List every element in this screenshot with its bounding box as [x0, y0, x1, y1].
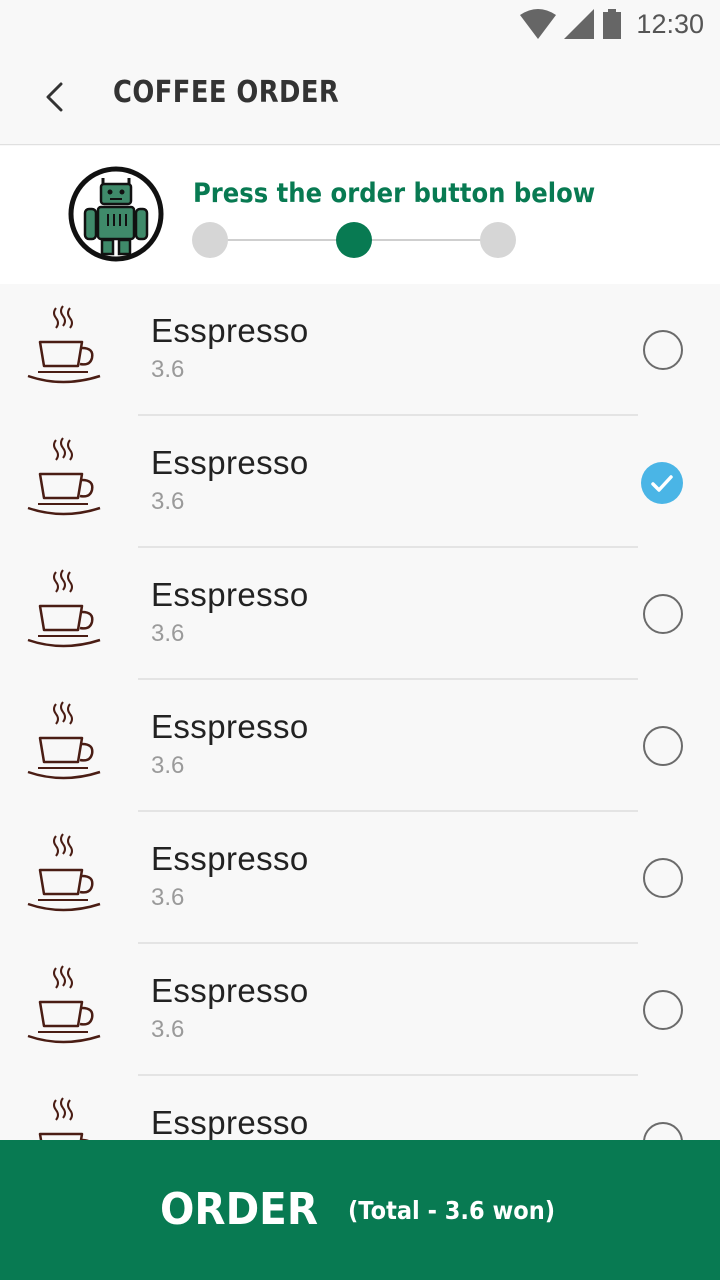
- item-price: 3.6: [151, 752, 185, 779]
- back-button[interactable]: [30, 72, 80, 122]
- list-item[interactable]: Esspresso: [0, 1076, 720, 1140]
- radio-unchecked[interactable]: [643, 990, 683, 1030]
- coffee-cup-icon: [38, 1097, 89, 1140]
- item-price: 3.6: [151, 356, 185, 383]
- status-time: 12:30: [636, 8, 704, 39]
- battery-icon: [603, 9, 622, 39]
- order-progress-panel: Press the order button below: [0, 146, 720, 284]
- step-dot-3: [480, 222, 516, 258]
- check-icon: [651, 475, 673, 492]
- order-button[interactable]: ORDER (Total - 3.6 won): [0, 1140, 720, 1280]
- step-dot-2: [336, 222, 372, 258]
- list-item[interactable]: Esspresso 3.6: [0, 812, 720, 944]
- item-name: Esspresso: [151, 972, 309, 1009]
- step-dot-1: [192, 222, 228, 258]
- robot-icon: [68, 166, 164, 262]
- coffee-menu-list[interactable]: Esspresso 3.6 Esspresso 3.6 Esspresso 3.…: [0, 284, 720, 1140]
- item-price: 3.6: [151, 620, 185, 647]
- item-name: Esspresso: [151, 1104, 309, 1140]
- item-price: 3.6: [151, 488, 185, 515]
- item-name: Esspresso: [151, 576, 309, 613]
- radio-unchecked[interactable]: [643, 858, 683, 898]
- page-title: COFFEE ORDER: [113, 75, 340, 110]
- order-instruction: Press the order button below: [193, 178, 596, 209]
- order-total: (Total - 3.6 won): [348, 1196, 555, 1225]
- item-name: Esspresso: [151, 312, 309, 349]
- list-item[interactable]: Esspresso 3.6: [0, 416, 720, 548]
- radio-unchecked[interactable]: [643, 594, 683, 634]
- status-icons: 12:30: [520, 6, 704, 42]
- chevron-left-icon: [46, 82, 63, 112]
- coffee-cup-icon: [27, 701, 101, 780]
- list-item[interactable]: Esspresso 3.6: [0, 944, 720, 1076]
- coffee-cup-icon: [27, 965, 101, 1044]
- status-bar: 12:30: [0, 0, 720, 48]
- coffee-cup-icon: [27, 833, 101, 912]
- item-name: Esspresso: [151, 444, 309, 481]
- item-price: 3.6: [151, 1016, 185, 1043]
- coffee-cup-icon: [27, 305, 101, 384]
- coffee-cup-icon: [27, 569, 101, 648]
- wifi-icon: [520, 9, 557, 39]
- item-name: Esspresso: [151, 708, 309, 745]
- app-bar: COFFEE ORDER: [0, 48, 720, 145]
- list-item[interactable]: Esspresso 3.6: [0, 680, 720, 812]
- coffee-cup-icon: [27, 437, 101, 516]
- radio-unchecked[interactable]: [643, 726, 683, 766]
- radio-unchecked[interactable]: [643, 1122, 683, 1140]
- list-item[interactable]: Esspresso 3.6: [0, 284, 720, 416]
- list-item[interactable]: Esspresso 3.6: [0, 548, 720, 680]
- item-price: 3.6: [151, 884, 185, 911]
- signal-icon: [564, 9, 595, 39]
- radio-unchecked[interactable]: [643, 330, 683, 370]
- radio-checked[interactable]: [641, 462, 683, 504]
- item-name: Esspresso: [151, 840, 309, 877]
- progress-stepper: [192, 222, 518, 258]
- order-button-label: ORDER: [160, 1184, 319, 1235]
